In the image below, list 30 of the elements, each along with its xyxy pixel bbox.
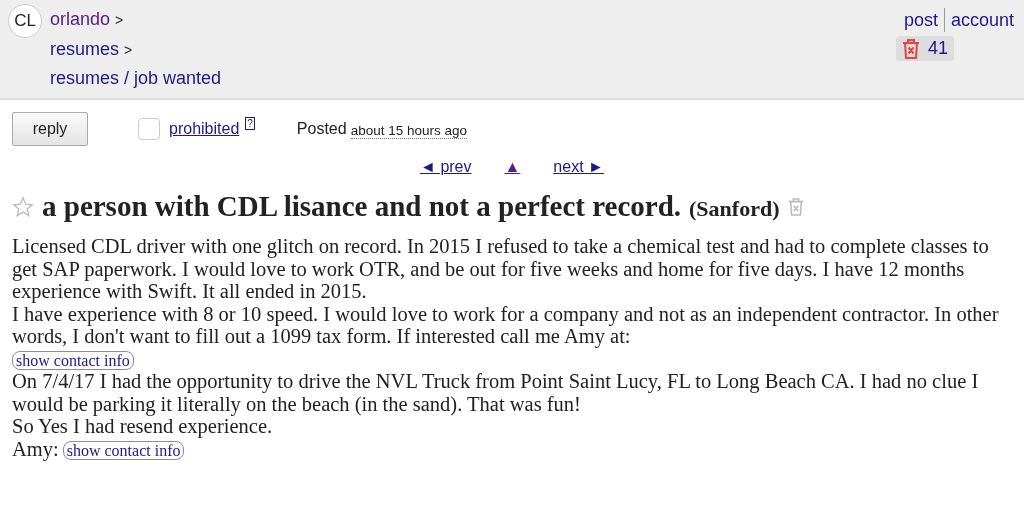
help-link[interactable]: ? <box>245 117 255 130</box>
body-text: On 7/4/17 I had the opportunity to drive the NVL Truck from Point Saint Lucy, FL to Long Beach CA. I had no clue I would be parking it literally on the beach (in the sand). That was fun! <box>12 370 979 415</box>
checkbox[interactable] <box>138 118 160 140</box>
breadcrumb-separator: > <box>115 12 124 28</box>
trash-icon[interactable] <box>787 198 804 216</box>
prohibited-link[interactable]: prohibited <box>169 120 240 138</box>
logo[interactable]: CL <box>8 4 42 38</box>
breadcrumb-link[interactable]: resumes <box>50 38 120 60</box>
posted-time: about 15 hours ago <box>350 122 467 139</box>
prev-link[interactable]: ◄ prev <box>420 158 472 176</box>
post-location: (Sanford) <box>689 196 780 222</box>
header-link[interactable]: post <box>903 9 938 31</box>
header-link[interactable]: account <box>950 9 1014 31</box>
show-contact-button[interactable]: show contact info <box>12 350 134 370</box>
posted-label: Posted <box>296 120 347 138</box>
next-link[interactable]: next ► <box>553 158 604 176</box>
breadcrumb-link[interactable]: orlando <box>50 9 111 30</box>
breadcrumb-separator: > <box>124 41 133 58</box>
body-text: So Yes I had resend experience. <box>12 415 273 437</box>
star-icon[interactable] <box>12 195 34 217</box>
trash-icon <box>901 38 920 59</box>
hidden-posts-button[interactable]: 41 <box>895 36 954 61</box>
body-text: I have experience with 8 or 10 speed. I would love to work for a company and not as an independent contractor. In other words, I don't want to fill out a 1099 tax form. If interested call me Amy at: <box>12 302 999 347</box>
body-text: Licensed CDL driver with one glitch on record. In 2015 I refused to take a chemical test and had to complete classes to get SAP paperwork. I would love to work OTR, and be out for five weeks and home for five days. I have 12 months experience with Swift. It all ended in 2015. <box>12 235 989 302</box>
show-contact-button[interactable]: show contact info <box>62 440 185 460</box>
up-link[interactable]: ▲ <box>504 158 521 176</box>
post-title: a person with CDL lisance and not a perfect record. <box>42 190 682 223</box>
body-text: Amy: <box>12 437 59 460</box>
reply-button[interactable]: reply <box>12 112 88 146</box>
breadcrumb-link[interactable]: resumes / job wanted <box>50 68 222 90</box>
